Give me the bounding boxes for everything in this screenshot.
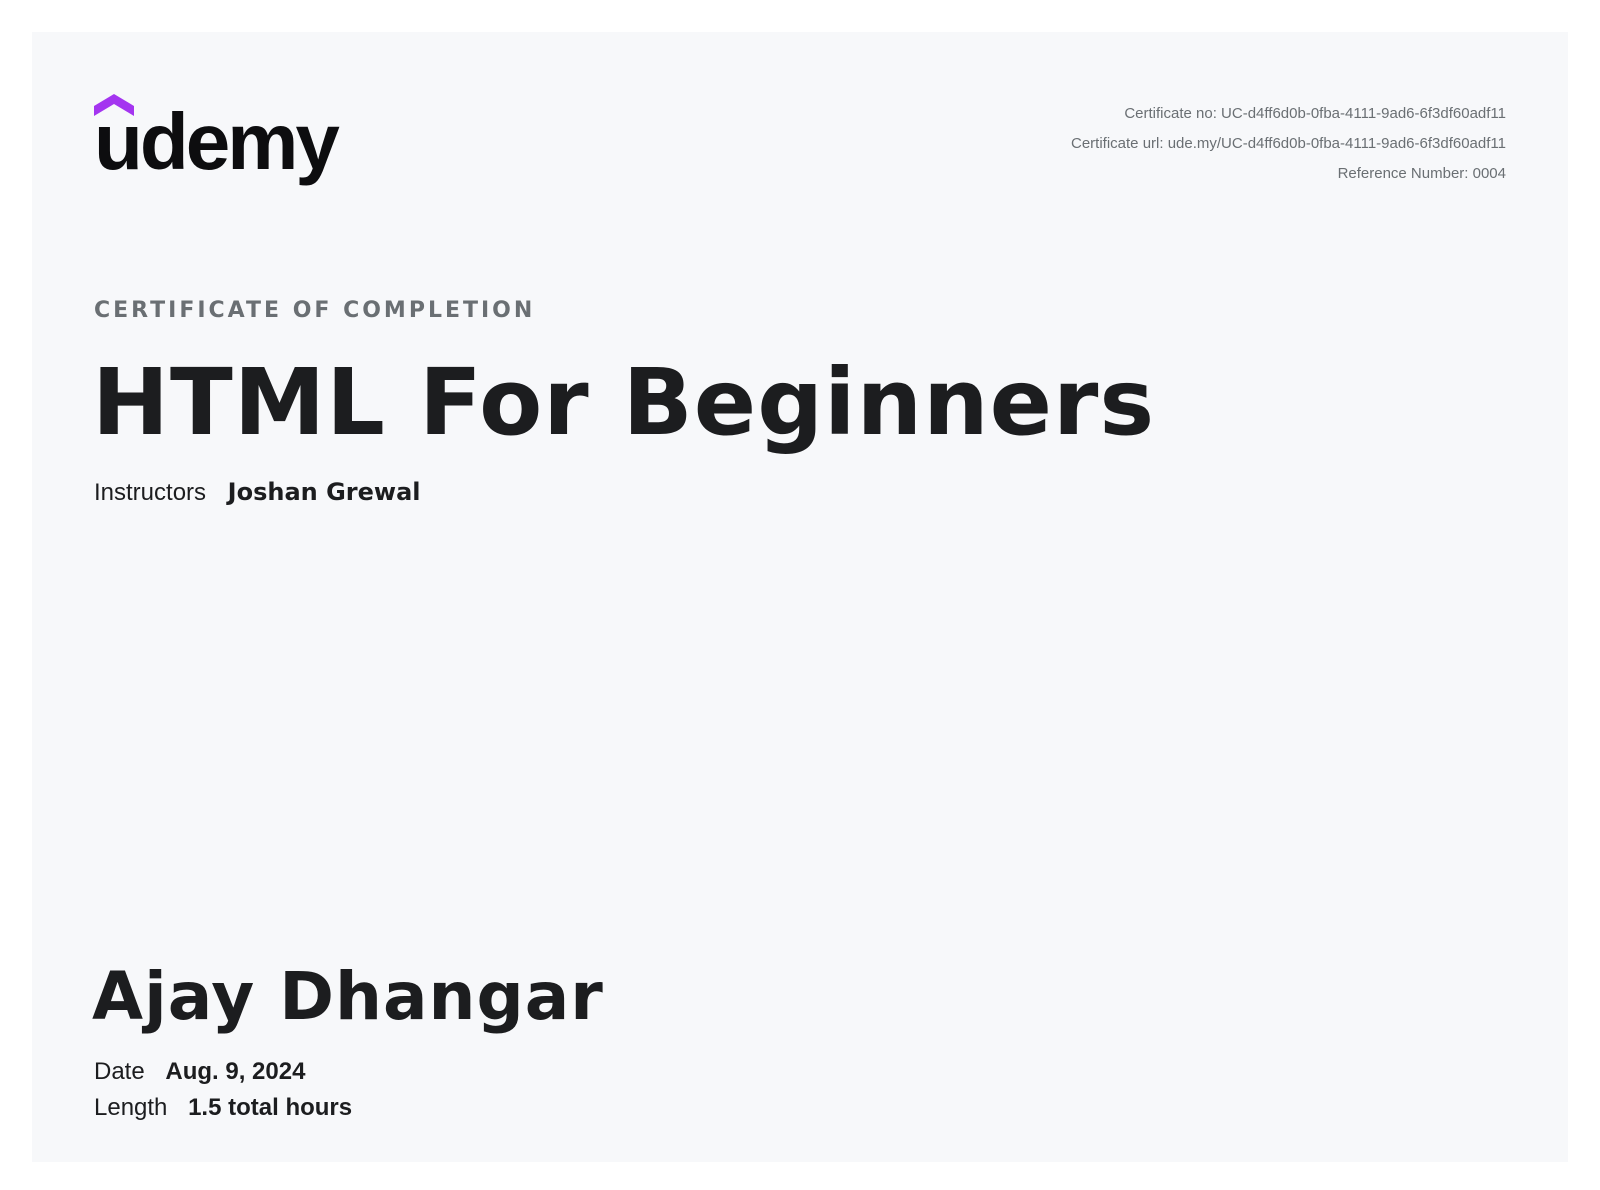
length-value: 1.5 total hours — [188, 1094, 353, 1121]
length-row: Length 1.5 total hours — [94, 1094, 352, 1122]
student-name: Ajay Dhangar — [92, 958, 604, 1035]
certificate-url: Certificate url: ude.my/UC-d4ff6d0b-0fba… — [1071, 135, 1506, 152]
date-row: Date Aug. 9, 2024 — [94, 1058, 305, 1086]
certificate-eyebrow: CERTIFICATE OF COMPLETION — [94, 298, 536, 323]
length-label: Length — [94, 1094, 168, 1121]
reference-number: Reference Number: 0004 — [1337, 165, 1506, 182]
course-title: HTML For Beginners — [92, 349, 1156, 456]
date-value: Aug. 9, 2024 — [165, 1058, 306, 1085]
certificate-number: Certificate no: UC-d4ff6d0b-0fba-4111-9a… — [1124, 105, 1506, 122]
certificate-meta: Certificate no: UC-d4ff6d0b-0fba-4111-9a… — [1071, 99, 1506, 189]
instructors-label: Instructors — [94, 479, 207, 506]
certificate: udemy Certificate no: UC-d4ff6d0b-0fba-4… — [32, 32, 1568, 1162]
instructor-name: Joshan Grewal — [227, 478, 421, 506]
instructors-row: Instructors Joshan Grewal — [94, 478, 421, 507]
date-label: Date — [94, 1058, 145, 1085]
udemy-logo: udemy — [94, 94, 354, 194]
logo-wordmark: udemy — [94, 97, 340, 186]
